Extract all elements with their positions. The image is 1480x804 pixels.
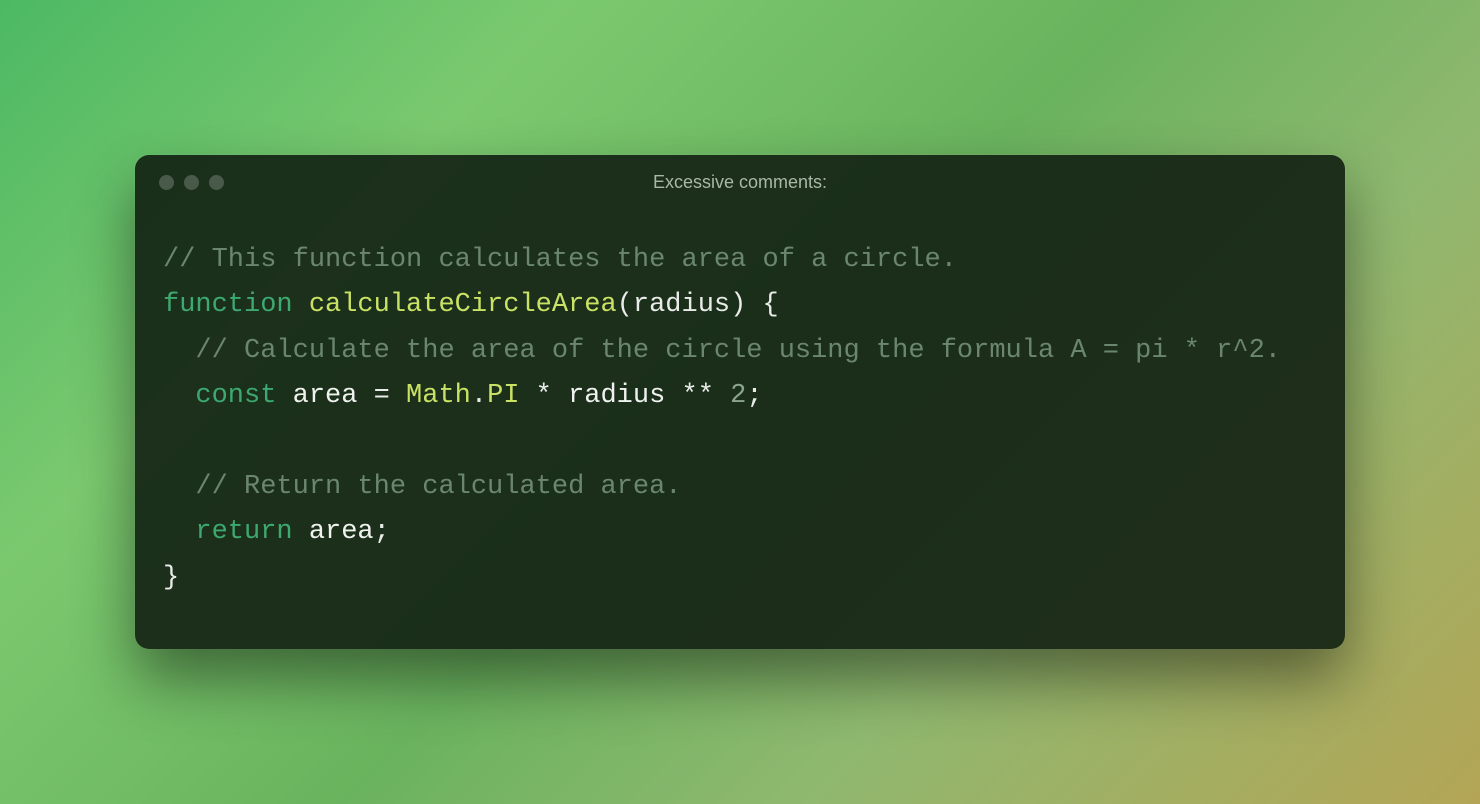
code-property: PI xyxy=(487,381,519,411)
code-operator: = xyxy=(357,381,406,411)
code-identifier: area xyxy=(293,381,358,411)
code-space xyxy=(293,517,309,547)
code-body: // This function calculates the area of … xyxy=(135,198,1345,649)
code-keyword: function xyxy=(163,290,293,320)
code-function-name: calculateCircleArea xyxy=(309,290,617,320)
code-space xyxy=(276,381,292,411)
code-keyword: const xyxy=(195,381,276,411)
code-window: Excessive comments: // This function cal… xyxy=(135,155,1345,649)
code-operator: ** xyxy=(665,381,730,411)
code-keyword: return xyxy=(195,517,292,547)
maximize-icon[interactable] xyxy=(209,175,224,190)
code-param: radius xyxy=(633,290,730,320)
code-identifier: radius xyxy=(568,381,665,411)
code-brace: { xyxy=(746,290,778,320)
code-space xyxy=(293,290,309,320)
code-semicolon: ; xyxy=(746,381,762,411)
code-identifier: area xyxy=(309,517,374,547)
code-comment: // This function calculates the area of … xyxy=(163,245,957,275)
window-title: Excessive comments: xyxy=(135,172,1345,193)
code-builtin: Math xyxy=(406,381,471,411)
close-icon[interactable] xyxy=(159,175,174,190)
code-operator: * xyxy=(519,381,568,411)
code-comment: // Calculate the area of the circle usin… xyxy=(163,336,1281,366)
code-semicolon: ; xyxy=(374,517,390,547)
code-indent xyxy=(163,381,195,411)
titlebar: Excessive comments: xyxy=(135,155,1345,198)
code-paren: ( xyxy=(617,290,633,320)
code-indent xyxy=(163,517,195,547)
minimize-icon[interactable] xyxy=(184,175,199,190)
code-brace: } xyxy=(163,563,179,593)
traffic-lights xyxy=(159,175,224,190)
code-comment: // Return the calculated area. xyxy=(163,472,682,502)
code-dot: . xyxy=(471,381,487,411)
code-number: 2 xyxy=(730,381,746,411)
code-paren: ) xyxy=(730,290,746,320)
